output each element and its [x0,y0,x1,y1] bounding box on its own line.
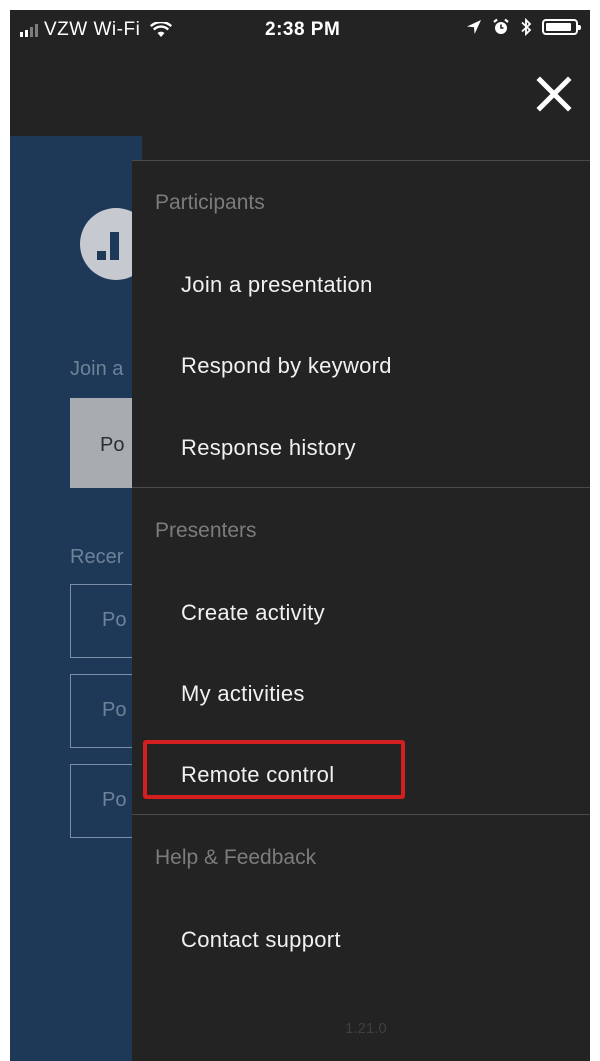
location-arrow-icon [467,20,481,34]
menu-item-response-history[interactable]: Response history [181,435,356,461]
close-icon[interactable] [534,74,574,114]
menu-item-remote-control[interactable]: Remote control [181,762,334,788]
carrier-label: VZW Wi-Fi [44,19,141,40]
phone-screen: VZW Wi-Fi 2:38 PM Join a Po Recer Po Po … [10,10,590,1061]
status-bar: VZW Wi-Fi 2:38 PM [10,10,590,52]
menu-divider [132,487,590,488]
section-title-presenters: Presenters [155,519,257,542]
menu-item-respond-by-keyword[interactable]: Respond by keyword [181,353,392,379]
menu-item-my-activities[interactable]: My activities [181,681,305,707]
bluetooth-icon [521,18,532,36]
section-title-help-feedback: Help & Feedback [155,846,317,869]
battery-fill [546,23,571,31]
join-label: Join a [70,358,124,380]
wifi-icon [150,22,173,37]
status-left: VZW Wi-Fi [20,19,173,41]
menu-item-join-presentation[interactable]: Join a presentation [181,272,373,298]
menu-divider [132,160,590,161]
status-right [466,18,581,36]
alarm-icon [493,18,509,34]
version-label: 1.21.0 [345,1020,387,1037]
signal-icon [20,23,38,37]
status-time: 2:38 PM [265,19,341,40]
menu-divider [132,814,590,815]
menu-item-contact-support[interactable]: Contact support [181,927,341,953]
section-title-participants: Participants [155,191,265,214]
menu-item-create-activity[interactable]: Create activity [181,600,325,626]
battery-icon [542,19,581,35]
side-menu: Participants Join a presentation Respond… [132,160,590,1061]
recent-label: Recer [70,546,124,568]
background-app: Join a Po Recer Po Po Po [10,136,142,1061]
